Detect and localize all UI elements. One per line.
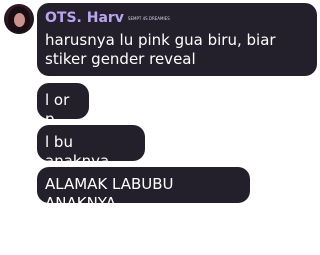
sender-avatar[interactable] xyxy=(4,4,34,34)
message-text: l bu anaknya xyxy=(45,133,110,170)
message-bubble[interactable]: ALAMAK LABUBU ANAKNYA xyxy=(37,167,250,212)
message-bubble[interactable]: l or p xyxy=(37,83,89,128)
message-text: ALAMAK LABUBU ANAKNYA xyxy=(45,175,174,212)
sender-tag-badge: SEMPT 4S DREAMIES xyxy=(127,16,170,21)
message-text: harusnya lu pink gua biru, biar stiker g… xyxy=(45,31,276,68)
avatar-face xyxy=(14,13,25,27)
message-text: l or p xyxy=(45,91,70,128)
message-bubble[interactable]: OTS. Harv SEMPT 4S DREAMIES harusnya lu … xyxy=(37,3,317,76)
message-header: OTS. Harv SEMPT 4S DREAMIES xyxy=(45,9,309,27)
sender-name[interactable]: OTS. Harv xyxy=(45,9,124,28)
message-bubble[interactable]: l bu anaknya xyxy=(37,125,145,170)
